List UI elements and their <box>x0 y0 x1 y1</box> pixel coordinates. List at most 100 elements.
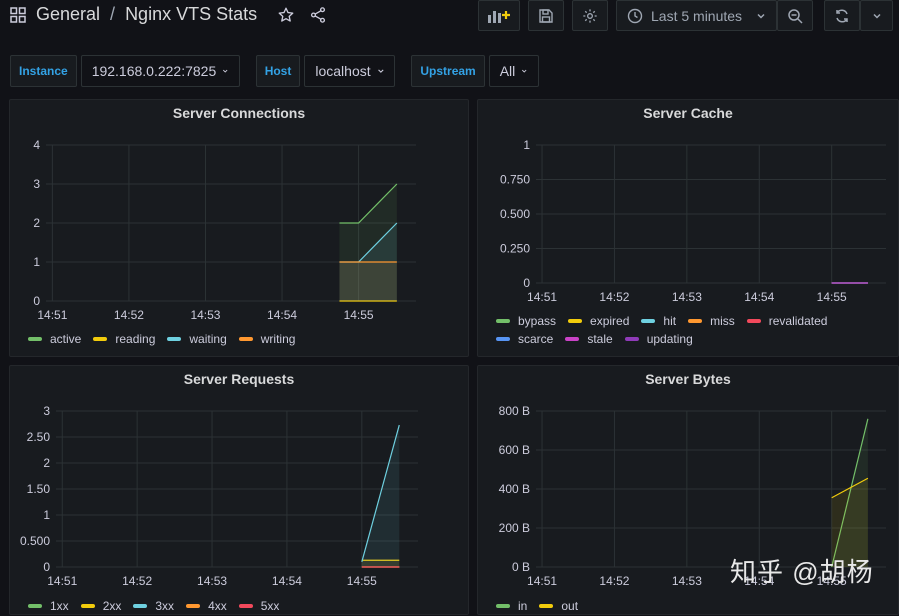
legend-swatch <box>568 319 583 323</box>
legend-label: 5xx <box>260 599 280 613</box>
dashboards-grid-icon[interactable] <box>10 6 26 23</box>
legend-item[interactable]: 2xx <box>80 599 121 613</box>
legend-item[interactable]: 4xx <box>186 599 227 613</box>
x-tick-label: 14:52 <box>114 308 144 322</box>
legend-swatch <box>565 337 580 341</box>
panel-server-cache[interactable]: Server Cache 0 0.250 0.500 0.750 1 14:51 14:52… <box>477 99 899 357</box>
chart-legend: active reading waiting writing <box>28 332 458 346</box>
x-tick-label: 14:54 <box>272 574 302 588</box>
panel-server-requests[interactable]: Server Requests 0 0.500 1 1.50 2 2.50 3 14:51 14… <box>9 365 469 615</box>
legend-item[interactable]: bypass <box>496 314 556 328</box>
legend-swatch <box>93 337 108 341</box>
top-bar: General / Nginx VTS Stats Last 5 minutes <box>0 0 899 32</box>
y-tick-label: 0.250 <box>500 242 530 256</box>
host-select[interactable]: localhost <box>304 55 396 87</box>
chart-legend: in out <box>496 599 896 613</box>
zoom-out-button[interactable] <box>777 0 813 31</box>
legend-label: revalidated <box>768 314 828 328</box>
legend-swatch <box>80 604 95 608</box>
refresh-button[interactable] <box>824 0 860 31</box>
panel-server-connections[interactable]: Server Connections 0 1 2 3 4 14:51 14:52 14:53 1… <box>9 99 469 357</box>
x-tick-label: 14:54 <box>744 290 774 304</box>
save-dashboard-button[interactable] <box>528 0 564 31</box>
legend-label: 4xx <box>208 599 227 613</box>
x-tick-label: 14:51 <box>37 308 67 322</box>
share-icon[interactable] <box>309 6 327 24</box>
legend-item[interactable]: hit <box>641 314 676 328</box>
legend-label: stale <box>587 332 613 346</box>
legend-swatch <box>28 337 42 341</box>
legend-item[interactable]: 5xx <box>238 599 280 613</box>
legend-label: 1xx <box>50 599 69 613</box>
legend-item[interactable]: writing <box>238 332 295 346</box>
y-tick-label: 4 <box>33 138 40 152</box>
legend-item[interactable]: 3xx <box>133 599 174 613</box>
legend-label: in <box>518 599 528 613</box>
legend-swatch <box>186 604 201 608</box>
instance-value: 192.168.0.222:7825 <box>91 63 217 79</box>
legend-item[interactable]: reading <box>93 332 155 346</box>
y-tick-label: 3 <box>43 404 50 418</box>
legend-item[interactable]: 1xx <box>28 599 69 613</box>
legend-item[interactable]: revalidated <box>746 314 828 328</box>
legend-label: waiting <box>189 332 227 346</box>
y-tick-label: 0 <box>523 276 530 290</box>
variable-label-host: Host <box>255 55 301 87</box>
legend-swatch <box>641 319 656 323</box>
y-tick-label: 0 <box>33 294 40 308</box>
server-connections-chart: 0 1 2 3 4 14:51 14:52 14:53 14:54 14:55 <box>33 138 416 322</box>
series-area-writing <box>339 262 397 301</box>
x-tick-label: 14:55 <box>347 574 377 588</box>
x-tick-label: 14:52 <box>599 290 629 304</box>
legend-item[interactable]: active <box>28 332 81 346</box>
legend-swatch <box>238 337 253 341</box>
x-tick-label: 14:51 <box>527 574 557 588</box>
y-tick-label: 0.500 <box>500 207 530 221</box>
folder-link[interactable]: General <box>36 4 100 25</box>
legend-item[interactable]: expired <box>568 314 629 328</box>
legend-label: 3xx <box>155 599 175 613</box>
star-icon[interactable] <box>277 6 295 24</box>
refresh-interval-button[interactable] <box>860 0 893 31</box>
y-tick-label: 2 <box>33 216 40 230</box>
legend-swatch <box>133 604 148 608</box>
time-range-label: Last 5 minutes <box>651 7 743 24</box>
zoom-out-icon <box>788 8 803 24</box>
x-tick-label: 14:51 <box>47 574 77 588</box>
watermark: 知乎 @胡杨 <box>730 557 874 587</box>
time-range-picker[interactable]: Last 5 minutes <box>616 0 777 31</box>
save-icon <box>539 8 553 23</box>
legend-item[interactable]: stale <box>565 332 613 346</box>
y-tick-label: 0 <box>43 560 50 574</box>
legend-swatch <box>238 604 253 608</box>
dashboard-title[interactable]: Nginx VTS Stats <box>125 4 257 25</box>
legend-swatch <box>167 337 182 341</box>
y-tick-label: 0 B <box>512 560 530 574</box>
y-tick-label: 800 B <box>499 404 530 418</box>
x-tick-label: 14:52 <box>599 574 629 588</box>
instance-select[interactable]: 192.168.0.222:7825 <box>80 55 240 87</box>
y-tick-label: 2 <box>43 456 50 470</box>
legend-swatch <box>496 337 510 341</box>
legend-item[interactable]: in <box>496 599 527 613</box>
legend-item[interactable]: miss <box>688 314 735 328</box>
chart-legend: 1xx 2xx 3xx 4xx 5xx <box>28 599 458 613</box>
y-tick-label: 200 B <box>499 521 530 535</box>
upstream-select[interactable]: All <box>488 55 539 87</box>
legend-item[interactable]: updating <box>624 332 693 346</box>
x-tick-label: 14:53 <box>190 308 220 322</box>
y-tick-label: 1 <box>523 138 530 152</box>
legend-item[interactable]: waiting <box>167 332 227 346</box>
legend-swatch <box>746 319 761 323</box>
x-tick-label: 14:52 <box>122 574 152 588</box>
legend-swatch <box>496 319 510 323</box>
legend-label: active <box>50 332 82 346</box>
add-panel-button[interactable] <box>478 0 520 31</box>
y-tick-label: 1.50 <box>27 482 51 496</box>
legend-item[interactable]: scarce <box>496 332 553 346</box>
legend-swatch <box>624 337 639 341</box>
chevron-down-icon <box>872 13 881 19</box>
legend-item[interactable]: out <box>539 599 578 613</box>
dashboard-settings-button[interactable] <box>572 0 608 31</box>
legend-swatch <box>28 604 42 608</box>
